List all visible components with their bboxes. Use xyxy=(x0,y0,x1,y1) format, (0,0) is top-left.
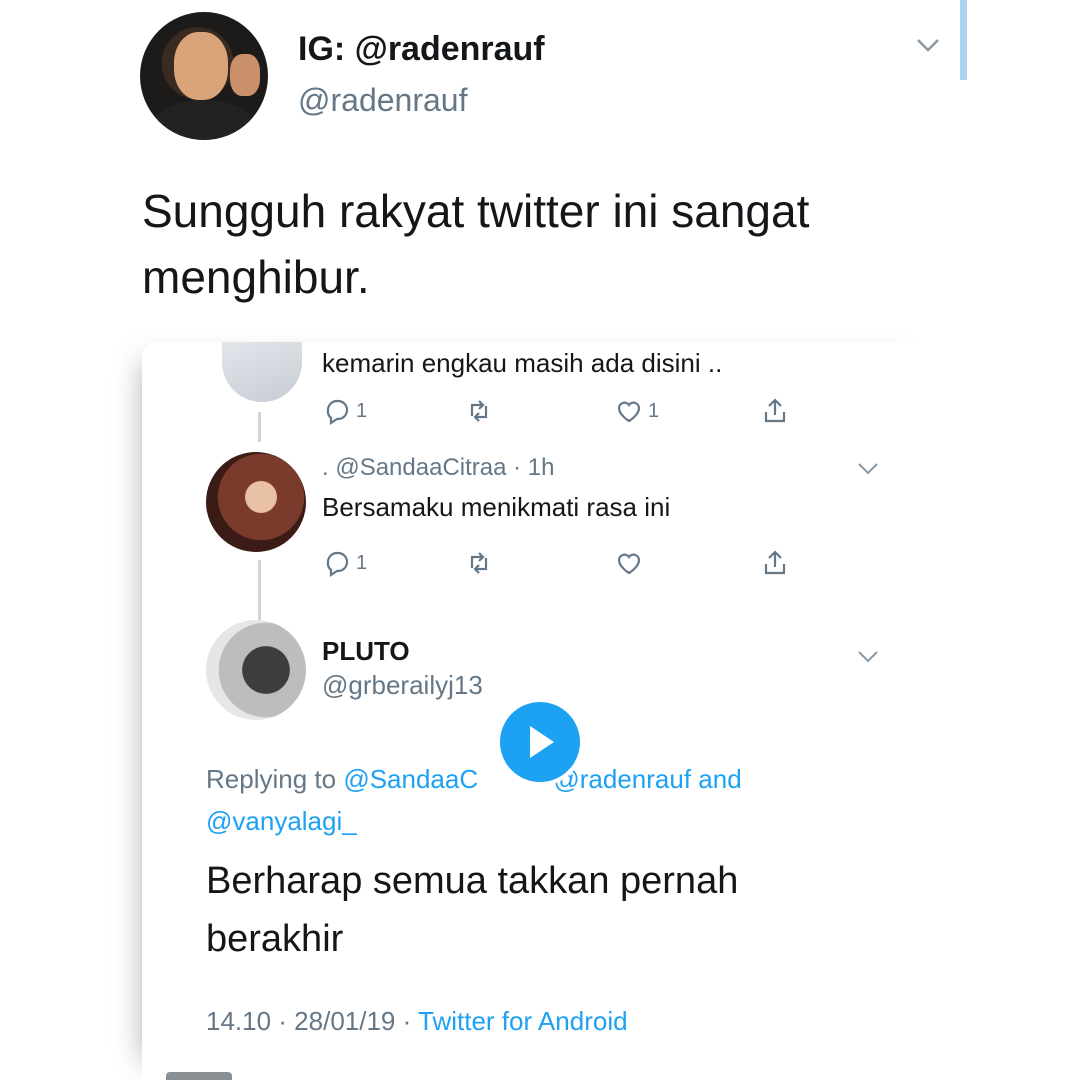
heart-icon xyxy=(617,401,641,423)
play-button[interactable] xyxy=(500,702,580,782)
chevron-down-icon[interactable] xyxy=(914,34,942,56)
share-icon xyxy=(764,550,786,575)
reply1-actions: 1 1 xyxy=(322,396,802,432)
retweet-button[interactable] xyxy=(464,548,494,578)
reply-icon xyxy=(326,551,349,578)
replying-and: and xyxy=(691,764,742,794)
reply2-meta[interactable]: . @SandaaCitraa · 1h xyxy=(322,454,555,482)
thread-line xyxy=(258,560,261,622)
reply1-text: kemarin engkau masih ada disini .. xyxy=(322,348,723,378)
pluto-avatar[interactable] xyxy=(206,620,306,720)
heart-icon xyxy=(617,553,641,575)
mention-link[interactable]: @SandaaC xyxy=(343,764,478,794)
mention-link[interactable]: @vanyalagi_ xyxy=(206,806,357,836)
share-icon xyxy=(764,398,786,423)
thread-line xyxy=(258,412,261,442)
like-count: 1 xyxy=(648,399,660,422)
share-button[interactable] xyxy=(760,548,790,578)
retweet-icon xyxy=(470,400,488,422)
reply2-actions: 1 xyxy=(322,548,802,584)
user-handle[interactable]: @radenrauf xyxy=(298,82,467,119)
avatar[interactable] xyxy=(140,12,268,140)
tweet-text: Sungguh rakyat twitter ini sangat menghi… xyxy=(142,185,810,303)
reply-button[interactable]: 1 xyxy=(322,396,367,426)
reply2-avatar[interactable] xyxy=(206,452,306,552)
reply2-text: Bersamaku menikmati rasa ini xyxy=(322,492,671,522)
bottom-tab-indicator xyxy=(166,1072,232,1080)
tweet-timestamp: 14.10 · 28/01/19 · Twitter for Android xyxy=(206,1006,628,1037)
share-button[interactable] xyxy=(760,396,790,426)
reply-button[interactable]: 1 xyxy=(322,548,367,578)
play-icon xyxy=(530,726,554,758)
pluto-handle[interactable]: @grberailyj13 xyxy=(322,670,483,701)
reply-count: 1 xyxy=(356,551,368,574)
embedded-screenshot[interactable]: kemarin engkau masih ada disini .. 1 1 .… xyxy=(142,342,940,1080)
like-button[interactable]: 1 xyxy=(614,396,659,426)
avatar-hand-shape xyxy=(230,54,260,96)
retweet-icon xyxy=(470,552,488,574)
retweet-button[interactable] xyxy=(464,396,494,426)
avatar-face-shape xyxy=(174,32,228,100)
avatar-shirt-shape xyxy=(150,100,258,140)
chevron-down-icon[interactable] xyxy=(856,460,880,478)
reply1-avatar[interactable] xyxy=(222,342,302,402)
reply-icon xyxy=(326,399,349,426)
replying-prefix: Replying to xyxy=(206,764,344,794)
timestamp-text[interactable]: 14.10 · 28/01/19 · xyxy=(206,1006,418,1036)
display-name[interactable]: IG: @radenrauf xyxy=(298,30,545,69)
source-link[interactable]: Twitter for Android xyxy=(418,1006,628,1036)
reply-count: 1 xyxy=(356,399,368,422)
chevron-down-icon[interactable] xyxy=(856,648,880,666)
main-reply-text: Berharap semua takkan pernah berakhir xyxy=(206,860,739,960)
like-button[interactable] xyxy=(614,548,644,578)
scroll-accent-bar xyxy=(960,0,967,80)
pluto-display-name[interactable]: PLUTO xyxy=(322,636,410,667)
